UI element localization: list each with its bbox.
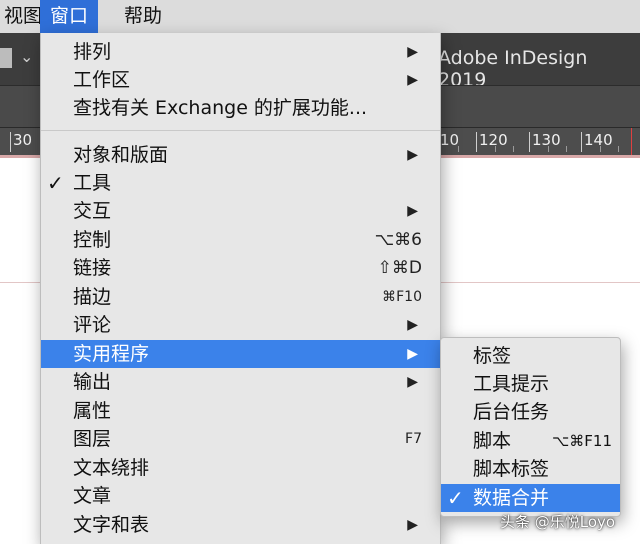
submenu-item-tags[interactable]: 标签 xyxy=(441,342,620,370)
menu-item-articles[interactable]: 文章 xyxy=(41,482,440,510)
menu-item-label: 工具 xyxy=(73,172,112,194)
submenu-item-label: 数据合并 xyxy=(473,487,550,509)
ruler-tick xyxy=(548,146,549,152)
menu-item-label: 文章 xyxy=(73,485,112,507)
triangle-right-icon: ▶ xyxy=(407,517,418,533)
menu-item-label: 描边 xyxy=(73,286,112,308)
submenu-item-data-merge[interactable]: ✓ 数据合并 xyxy=(441,484,620,512)
menu-item-label: 控制 xyxy=(73,229,112,251)
menu-item-text-wrap[interactable]: 文本绕排 xyxy=(41,454,440,482)
ruler-tick xyxy=(458,146,459,152)
ruler-tick xyxy=(495,146,496,152)
menu-item-workspace[interactable]: 工作区 ▶ xyxy=(41,66,440,94)
ruler-tick xyxy=(476,132,477,152)
ruler-tick xyxy=(581,132,582,152)
triangle-right-icon: ▶ xyxy=(407,203,418,219)
menu-item-label: 链接 xyxy=(73,257,112,279)
menu-item-tools[interactable]: ✓ 工具 xyxy=(41,169,440,197)
chevron-down-icon[interactable]: ⌄ xyxy=(20,47,33,66)
menu-item-label: 文字和表 xyxy=(73,514,150,536)
window-menu-dropdown: 排列 ▶ 工作区 ▶ 查找有关 Exchange 的扩展功能... 对象和版面 … xyxy=(40,33,441,544)
menu-item-properties[interactable]: 属性 xyxy=(41,397,440,425)
ruler-tick xyxy=(513,146,514,152)
submenu-item-label: 脚本 xyxy=(473,430,512,452)
menu-item-comments[interactable]: 评论 ▶ xyxy=(41,311,440,339)
menu-item-shortcut: ⇧⌘D xyxy=(377,258,422,278)
menu-item-label: 实用程序 xyxy=(73,343,150,365)
menu-item-output[interactable]: 输出 ▶ xyxy=(41,368,440,396)
triangle-right-icon: ▶ xyxy=(407,72,418,88)
submenu-item-shortcut: ⌥⌘F11 xyxy=(552,432,612,450)
watermark-text: 头条 @乐悦Loyo xyxy=(500,513,616,531)
menu-item-control[interactable]: 控制 ⌥⌘6 xyxy=(41,226,440,254)
menu-item-label: 交互 xyxy=(73,200,112,222)
system-menubar: 视图 窗口 帮助 xyxy=(0,0,640,34)
submenu-item-script-label[interactable]: 脚本标签 xyxy=(441,455,620,483)
menu-item-interactive[interactable]: 交互 ▶ xyxy=(41,197,440,225)
menu-item-label: 查找有关 Exchange 的扩展功能... xyxy=(73,97,368,119)
ruler-tick xyxy=(10,132,11,152)
submenu-item-label: 工具提示 xyxy=(473,373,550,395)
triangle-right-icon: ▶ xyxy=(407,147,418,163)
menu-window[interactable]: 窗口 xyxy=(40,0,99,33)
triangle-right-icon: ▶ xyxy=(407,346,418,362)
workspace-switcher-icon[interactable] xyxy=(0,48,12,68)
menu-item-label: 文本绕排 xyxy=(73,457,150,479)
menu-item-shortcut: ⌘F10 xyxy=(382,289,422,305)
menu-item-shortcut: ⌥⌘6 xyxy=(374,230,422,250)
ruler-tick xyxy=(566,146,567,152)
ruler-label: 30 xyxy=(13,131,33,149)
menu-item-layers[interactable]: 图层 F7 xyxy=(41,425,440,453)
submenu-item-label: 标签 xyxy=(473,345,512,367)
menu-item-object-layout[interactable]: 对象和版面 ▶ xyxy=(41,141,440,169)
ruler-cursor-marker xyxy=(631,128,632,155)
ruler-tick xyxy=(618,146,619,152)
menu-separator xyxy=(41,130,440,131)
menu-item-shortcut: F7 xyxy=(405,431,422,447)
menu-item-label: 工作区 xyxy=(73,69,131,91)
menu-item-label: 排列 xyxy=(73,41,112,63)
ruler-tick xyxy=(600,146,601,152)
checkmark-icon: ✓ xyxy=(447,486,464,510)
ruler-label: 140 xyxy=(584,131,613,149)
menu-item-label: 输出 xyxy=(73,371,112,393)
menu-item-label: 图层 xyxy=(73,428,112,450)
menu-item-stroke[interactable]: 描边 ⌘F10 xyxy=(41,283,440,311)
submenu-item-scripts[interactable]: 脚本 ⌥⌘F11 xyxy=(441,427,620,455)
ruler-label: 120 xyxy=(479,131,508,149)
triangle-right-icon: ▶ xyxy=(407,374,418,390)
submenu-item-label: 脚本标签 xyxy=(473,458,550,480)
checkmark-icon: ✓ xyxy=(47,171,64,195)
menu-item-utilities[interactable]: 实用程序 ▶ xyxy=(41,340,440,368)
submenu-item-background-tasks[interactable]: 后台任务 xyxy=(441,398,620,426)
menu-item-links[interactable]: 链接 ⇧⌘D xyxy=(41,254,440,282)
triangle-right-icon: ▶ xyxy=(407,44,418,60)
ruler-label: 130 xyxy=(532,131,561,149)
triangle-right-icon: ▶ xyxy=(407,317,418,333)
submenu-item-label: 后台任务 xyxy=(473,401,550,423)
menu-help[interactable]: 帮助 xyxy=(114,0,172,33)
submenu-item-tool-hints[interactable]: 工具提示 xyxy=(441,370,620,398)
utilities-submenu: 标签 工具提示 后台任务 脚本 ⌥⌘F11 脚本标签 ✓ 数据合并 xyxy=(440,337,621,517)
menu-item-find-exchange-extensions[interactable]: 查找有关 Exchange 的扩展功能... xyxy=(41,94,440,122)
menu-item-type-tables[interactable]: 文字和表 ▶ xyxy=(41,511,440,539)
menu-item-arrange[interactable]: 排列 ▶ xyxy=(41,38,440,66)
menu-item-label: 属性 xyxy=(73,400,112,422)
ruler-tick xyxy=(529,132,530,152)
menu-item-label: 评论 xyxy=(73,314,112,336)
menu-item-label: 对象和版面 xyxy=(73,144,169,166)
ruler-label: 10 xyxy=(440,131,460,149)
